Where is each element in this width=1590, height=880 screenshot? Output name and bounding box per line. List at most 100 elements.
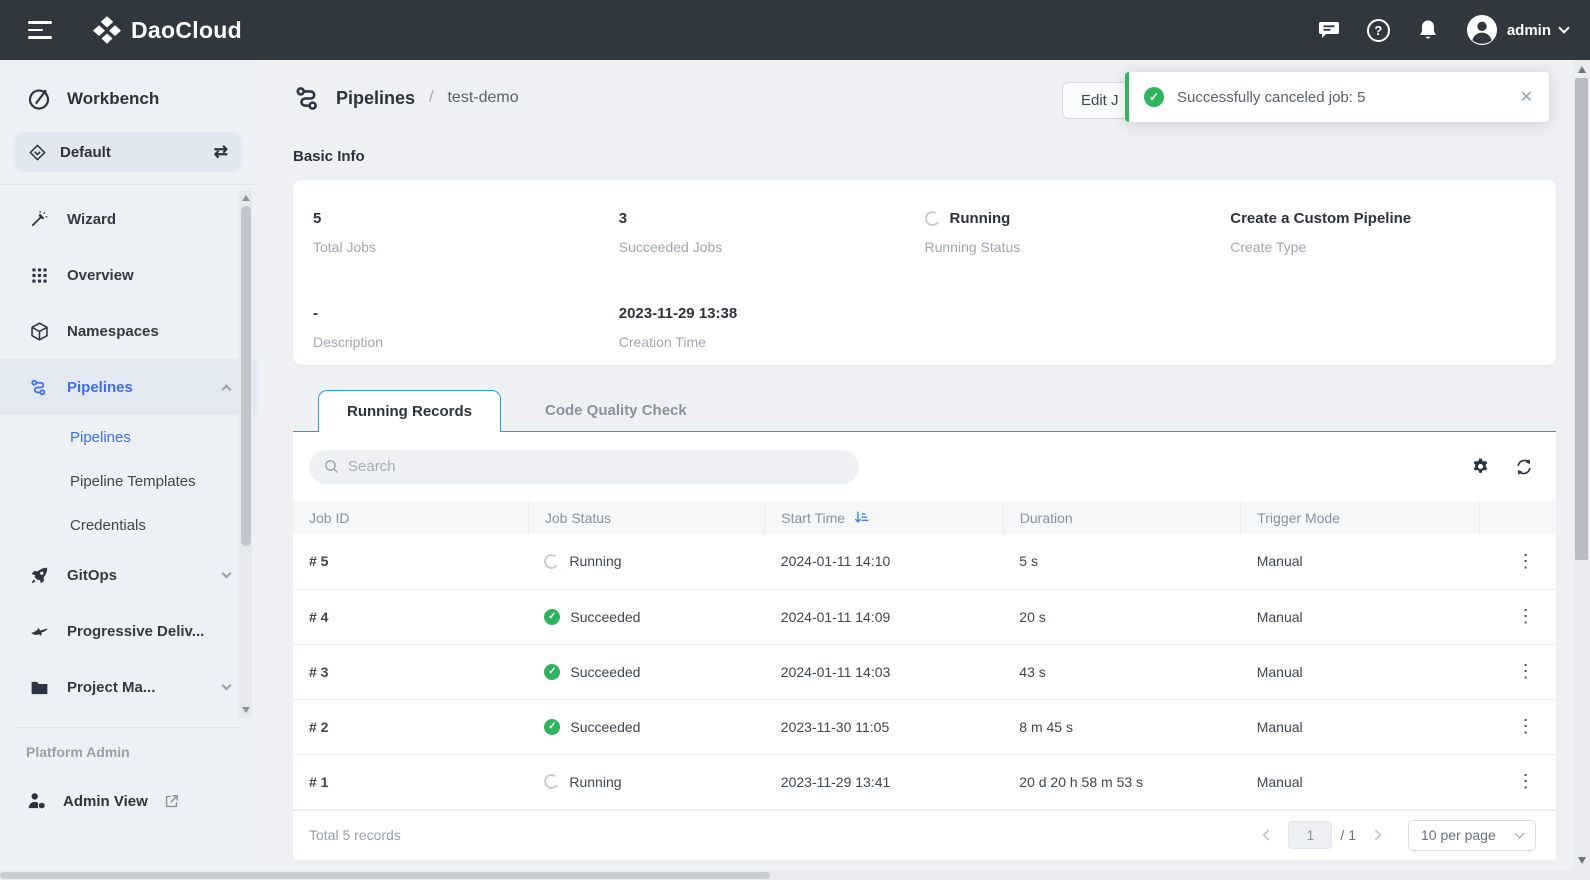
sidebar-subitem-pipelines[interactable]: Pipelines [0,415,258,459]
field-succeeded-jobs: 3 Succeeded Jobs [619,210,925,271]
daocloud-logo-icon [92,15,122,45]
total-records-text: Total 5 records [309,827,401,843]
scroll-up-arrow-icon[interactable] [242,195,250,201]
row-actions-kebab-icon[interactable]: ⋮ [1495,606,1556,627]
search-box[interactable] [309,450,859,484]
start-time: 2024-01-11 14:09 [765,589,1003,644]
search-input[interactable] [348,458,845,475]
table-row[interactable]: # 1 Running 2023-11-29 13:41 20 d 20 h 5… [293,754,1556,809]
col-trigger-mode: Trigger Mode [1241,501,1479,534]
admin-view-label: Admin View [63,793,148,810]
sidebar-item-progressive-delivery[interactable]: Progressive Deliv... [0,603,258,659]
scroll-down-arrow-icon[interactable] [242,707,250,713]
sidebar-scrollbar-thumb[interactable] [241,206,251,546]
sidebar-scrollbar[interactable] [239,190,252,718]
brand-logo: DaoCloud [92,15,242,45]
job-status: Succeeded [570,664,640,680]
sidebar-subitem-pipeline-templates[interactable]: Pipeline Templates [0,459,258,503]
row-actions-kebab-icon[interactable]: ⋮ [1495,716,1556,737]
create-type-label: Create Type [1230,239,1536,255]
chevron-down-icon [222,681,232,691]
row-actions-kebab-icon[interactable]: ⋮ [1495,551,1556,572]
col-duration: Duration [1003,501,1240,534]
table-row[interactable]: # 4 ✓Succeeded 2024-01-11 14:09 20 s Man… [293,589,1556,644]
sidebar-item-pipelines[interactable]: Pipelines [0,359,258,415]
help-icon[interactable]: ? [1367,19,1390,42]
breadcrumb: Pipelines / test-demo [293,83,519,114]
wizard-label: Wizard [67,211,230,228]
table-settings-gear-icon[interactable] [1471,457,1490,476]
job-id: # 5 [293,534,528,589]
row-actions-kebab-icon[interactable]: ⋮ [1495,771,1556,792]
sidebar-item-wizard[interactable]: Wizard [0,191,258,247]
description-value: - [313,305,619,322]
job-id: # 4 [293,589,528,644]
sidebar-item-overview[interactable]: Overview [0,247,258,303]
search-icon [323,458,340,475]
prev-page-icon[interactable] [1263,829,1274,840]
col-start-time: Start Time [765,501,1003,534]
overview-label: Overview [67,267,230,284]
table-row[interactable]: # 5 Running 2024-01-11 14:10 5 s Manual … [293,534,1556,589]
menu-toggle-icon[interactable] [28,21,54,39]
total-jobs-label: Total Jobs [313,239,619,255]
start-time: 2023-11-30 11:05 [765,699,1003,754]
user-menu[interactable]: admin [1466,14,1568,46]
per-page-select[interactable]: 10 per page [1408,820,1536,851]
cube-icon [28,321,50,342]
refresh-icon[interactable] [1514,457,1534,477]
basic-info-title: Basic Info [293,148,1556,165]
toast-close-icon[interactable]: ✕ [1520,87,1533,107]
switch-workspace-icon[interactable]: ⇄ [214,142,228,162]
next-page-icon[interactable] [1370,829,1381,840]
sidebar-item-project-management[interactable]: Project Ma... [0,659,258,715]
messages-icon[interactable] [1317,18,1341,42]
job-status: Running [569,553,621,569]
page-horizontal-scrollbar[interactable] [0,870,1590,880]
field-creation-time: 2023-11-29 13:38 Creation Time [619,305,925,366]
tab-code-quality-check[interactable]: Code Quality Check [517,389,715,431]
sidebar-item-namespaces[interactable]: Namespaces [0,303,258,359]
scroll-down-arrow-icon[interactable] [1578,857,1586,864]
per-page-value: 10 per page [1421,827,1506,843]
table-row[interactable]: # 2 ✓Succeeded 2023-11-30 11:05 8 m 45 s… [293,699,1556,754]
duration: 20 d 20 h 58 m 53 s [1003,754,1240,809]
scroll-up-arrow-icon[interactable] [1578,66,1586,73]
table-row[interactable]: # 3 ✓Succeeded 2024-01-11 14:03 43 s Man… [293,644,1556,699]
breadcrumb-pipelines-link[interactable]: Pipelines [336,88,415,109]
workspace-selector[interactable]: Default ⇄ [14,132,242,172]
col-job-id: Job ID [293,501,528,534]
tab-bar: Running Records Code Quality Check [293,389,1556,432]
sidebar-item-admin-view[interactable]: Admin View [0,760,258,812]
workspace-name: Default [60,144,201,161]
tab-running-records[interactable]: Running Records [318,390,501,432]
page-vertical-scrollbar[interactable] [1573,60,1590,870]
running-records-table: Job ID Job Status Start Time [293,501,1556,810]
chevron-down-icon [1515,829,1525,839]
horizontal-scrollbar-thumb[interactable] [0,872,770,879]
toast-message: Successfully canceled job: 5 [1177,89,1520,106]
sidebar-item-workbench[interactable]: Workbench [0,60,258,112]
sort-descending-icon[interactable] [853,509,870,526]
running-status-label: Running Status [925,239,1231,255]
sidebar-item-gitops[interactable]: GitOps [0,547,258,603]
col-actions [1479,501,1556,534]
success-toast: ✓ Successfully canceled job: 5 ✕ [1125,72,1549,122]
pagination: / 1 10 per page [1264,820,1536,851]
workbench-icon [26,86,52,112]
duration: 5 s [1003,534,1240,589]
duration: 43 s [1003,644,1240,699]
running-status-value: Running [950,210,1011,227]
notifications-bell-icon[interactable] [1416,18,1440,42]
platform-admin-section-label: Platform Admin [0,728,258,760]
sidebar-subitem-credentials[interactable]: Credentials [0,503,258,547]
pipelines-label: Pipelines [67,379,206,396]
page-number-input[interactable] [1288,821,1332,849]
admin-user-icon [26,790,48,812]
row-actions-kebab-icon[interactable]: ⋮ [1495,661,1556,682]
username: admin [1507,22,1551,39]
running-spinner-icon [543,553,560,570]
field-running-status: Running Running Status [925,210,1231,271]
vertical-scrollbar-thumb[interactable] [1575,78,1588,560]
succeeded-jobs-value: 3 [619,210,925,227]
